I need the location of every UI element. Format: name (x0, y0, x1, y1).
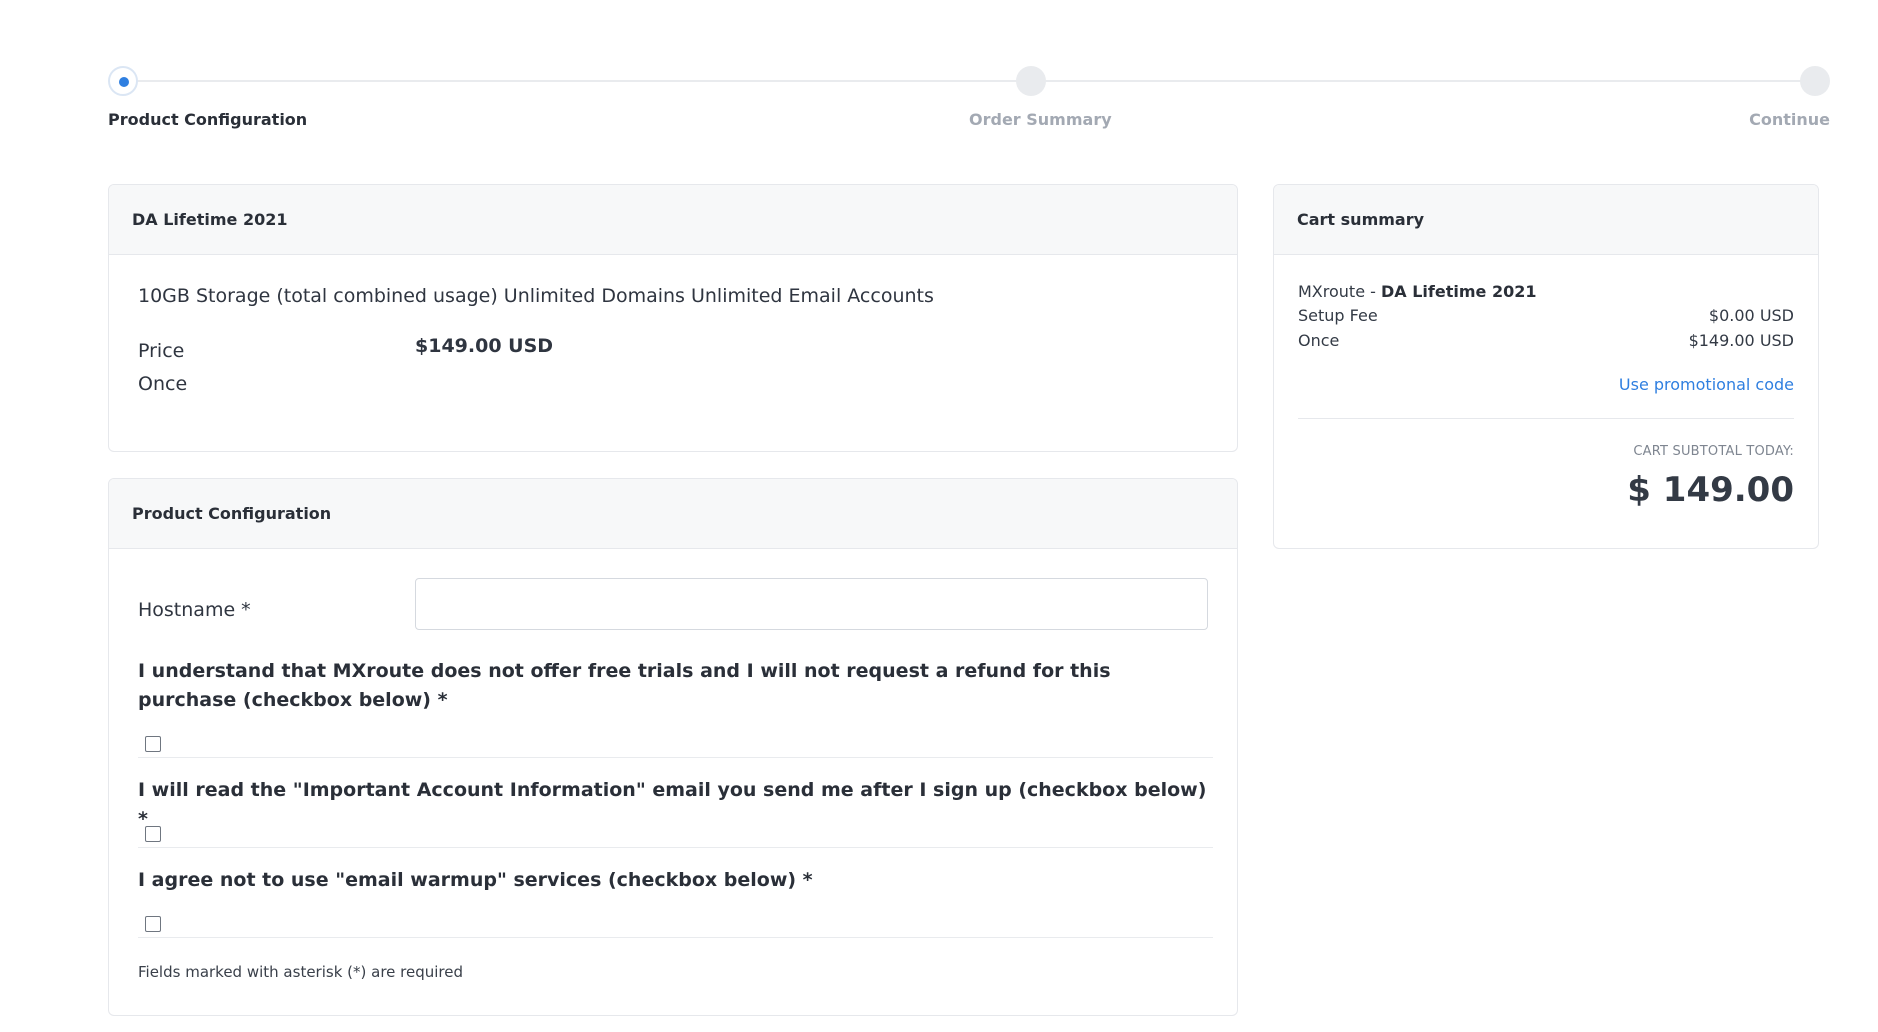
required-fields-note: Fields marked with asterisk (*) are requ… (138, 963, 464, 981)
hostname-label: Hostname * (138, 599, 251, 621)
step-label-order-summary[interactable]: Order Summary (969, 110, 1112, 129)
billing-cycle-label: Once (138, 373, 188, 395)
setup-fee-row: Setup Fee $0.00 USD (1298, 306, 1794, 325)
step-dot-product-configuration[interactable] (108, 66, 138, 96)
stepper-track (122, 80, 1816, 82)
divider (138, 757, 1213, 758)
divider (138, 847, 1213, 848)
no-email-warmup-label: I agree not to use "email warmup" servic… (138, 869, 813, 891)
product-configuration-card: Product Configuration Hostname * I under… (108, 478, 1238, 1016)
cart-separator: - (1365, 282, 1381, 301)
price-label: Price (138, 340, 185, 362)
cart-product: DA Lifetime 2021 (1381, 282, 1537, 301)
once-value: $149.00 USD (1688, 331, 1794, 350)
no-email-warmup-checkbox[interactable] (145, 916, 161, 932)
use-promotional-code-link[interactable]: Use promotional code (1619, 375, 1794, 394)
product-card: DA Lifetime 2021 10GB Storage (total com… (108, 184, 1238, 452)
step-dot-continue[interactable] (1800, 66, 1830, 96)
cart-subtotal-value: $ 149.00 (1627, 470, 1794, 510)
read-account-info-label: I will read the "Important Account Infor… (138, 779, 1207, 830)
once-row: Once $149.00 USD (1298, 331, 1794, 350)
cart-summary-title: Cart summary (1274, 185, 1818, 255)
cart-subtotal-label: CART SUBTOTAL TODAY: (1633, 444, 1794, 459)
price-value: $149.00 USD (415, 335, 554, 357)
divider (1298, 418, 1794, 419)
product-card-title: DA Lifetime 2021 (109, 185, 1237, 255)
once-label: Once (1298, 331, 1340, 350)
cart-summary-card: Cart summary MXroute - DA Lifetime 2021 … (1273, 184, 1819, 549)
product-description: 10GB Storage (total combined usage) Unli… (138, 285, 934, 307)
divider (138, 937, 1213, 938)
order-stepper: Product Configuration Order Summary Cont… (108, 66, 1830, 156)
hostname-input[interactable] (415, 578, 1208, 630)
read-account-info-checkbox[interactable] (145, 826, 161, 842)
cart-vendor: MXroute (1298, 282, 1366, 301)
configuration-card-title: Product Configuration (109, 479, 1237, 549)
cart-item-name: MXroute - DA Lifetime 2021 (1298, 282, 1794, 301)
no-refund-agreement-label: I understand that MXroute does not offer… (138, 660, 1111, 711)
step-label-continue[interactable]: Continue (1749, 110, 1830, 129)
step-dot-order-summary[interactable] (1016, 66, 1046, 96)
setup-fee-value: $0.00 USD (1708, 306, 1794, 325)
step-label-product-configuration[interactable]: Product Configuration (108, 110, 307, 129)
no-refund-checkbox[interactable] (145, 736, 161, 752)
setup-fee-label: Setup Fee (1298, 306, 1378, 325)
